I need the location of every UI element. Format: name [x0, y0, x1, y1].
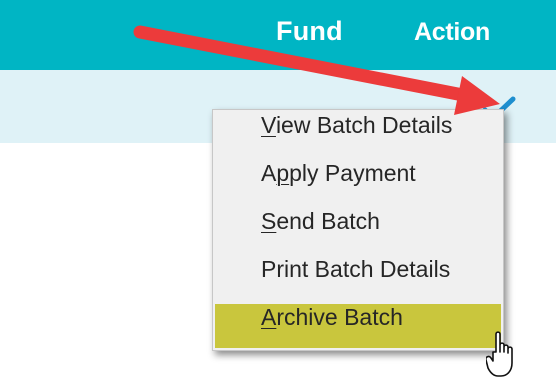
menu-item-archive-batch[interactable]: Archive Batch — [215, 304, 501, 348]
menu-item-view-batch-details[interactable]: View Batch Details — [215, 112, 501, 156]
hand-pointer-icon — [486, 331, 513, 377]
menu-item-apply-payment[interactable]: Apply Payment — [215, 160, 501, 204]
menu-item-send-batch[interactable]: Send Batch — [215, 208, 501, 252]
column-header-fund[interactable]: Fund — [276, 16, 343, 47]
menu-item-print-batch-details[interactable]: Print Batch Details — [215, 256, 501, 300]
context-menu: View Batch Details Apply Payment Send Ba… — [212, 109, 504, 351]
table-header: Fund Action — [0, 0, 556, 70]
column-header-action[interactable]: Action — [414, 18, 490, 47]
